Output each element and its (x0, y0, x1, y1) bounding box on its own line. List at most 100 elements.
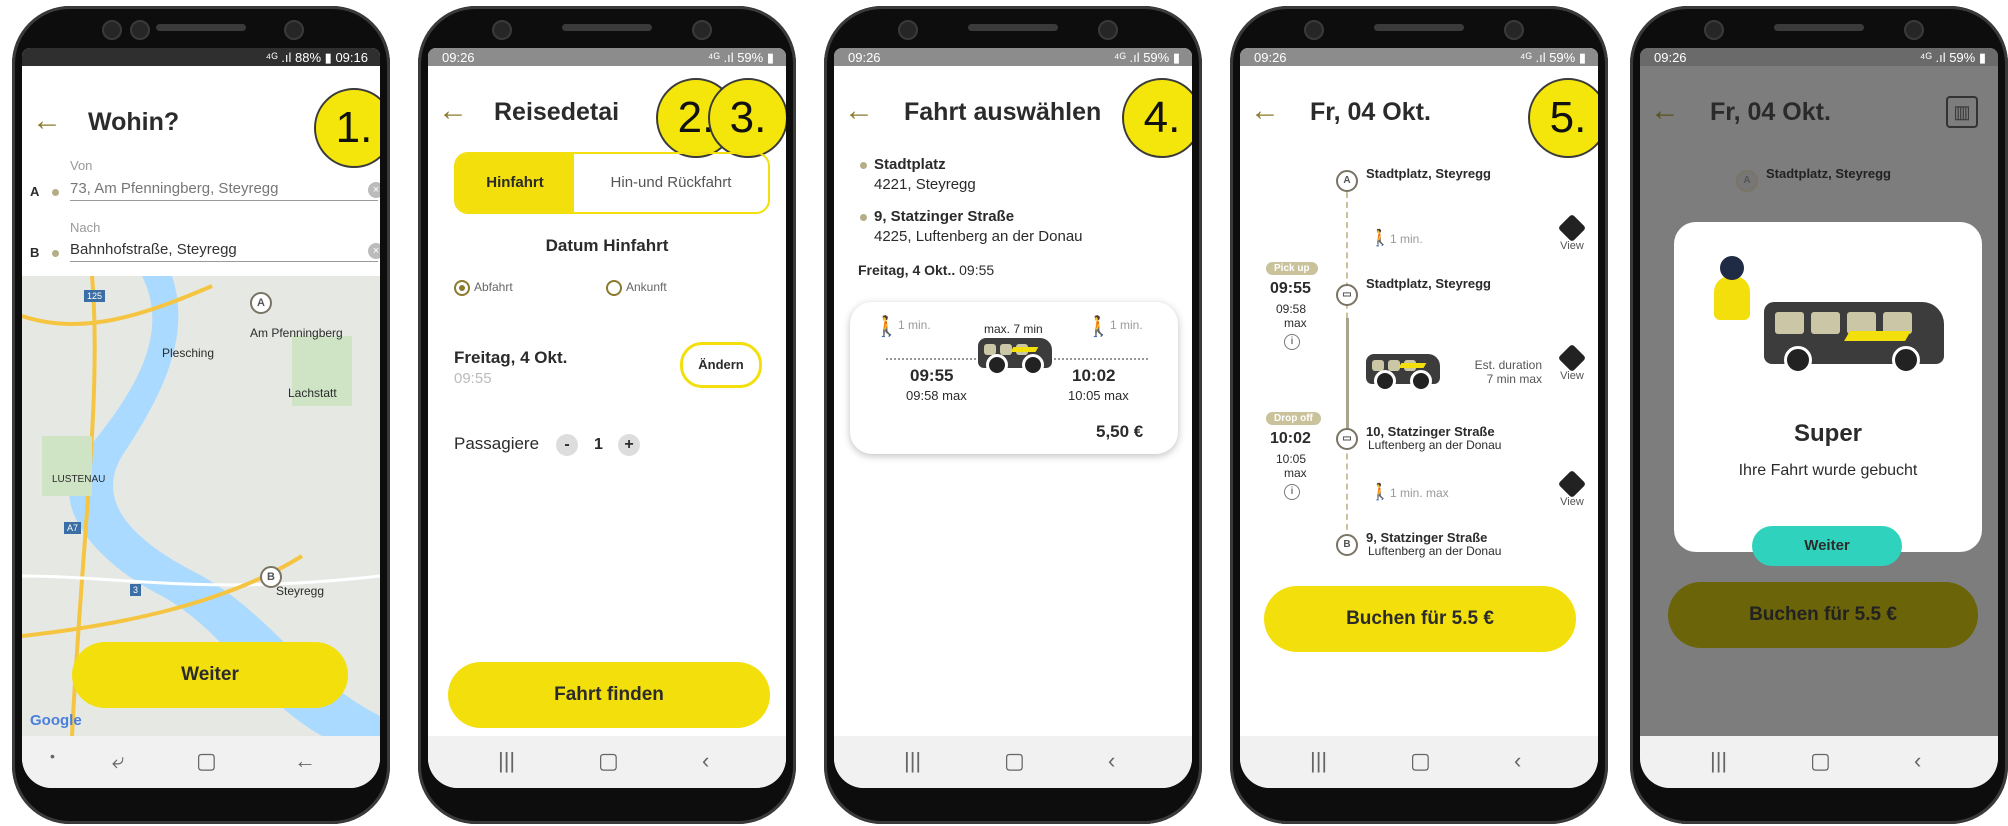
page-title: Fr, 04 Okt. (1310, 98, 1431, 126)
to-field[interactable]: Bahnhofstraße, Steyregg (70, 241, 378, 262)
home-icon[interactable]: ▢ (1410, 748, 1431, 774)
recents-icon[interactable]: ||| (1710, 748, 1727, 774)
view-button[interactable]: View (1552, 343, 1592, 382)
directions-icon (1557, 213, 1587, 243)
passenger-count: 1 (594, 436, 603, 453)
back-arrow-icon[interactable]: ← (1650, 94, 1680, 128)
speaker (968, 24, 1058, 31)
system-navbar: ||| ▢ ‹ (1240, 736, 1598, 788)
camera-icon (1098, 20, 1118, 40)
origin-dot (860, 162, 867, 169)
battery-level: 59% (1549, 50, 1576, 65)
status-bar: 09:26 ⁴ᴳ .ıl 59% ▮ (1640, 48, 1998, 66)
back-arrow-icon[interactable]: ← (32, 104, 62, 138)
radio-departure[interactable] (454, 280, 470, 296)
road-sign: 3 (130, 584, 142, 596)
bus-stop-icon: ▭ (1336, 284, 1358, 306)
info-icon[interactable]: i (1284, 334, 1300, 350)
map-icon[interactable]: ▥ (1946, 96, 1978, 128)
back-icon[interactable]: ‹ (1914, 748, 1921, 774)
ride-option-card[interactable]: 🚶 1 min. max. 7 min 🚶 1 min. 09:55 09:58… (850, 302, 1178, 454)
from-field[interactable]: 73, Am Pfenningberg, Steyregg (70, 180, 378, 201)
decrement-button[interactable]: - (556, 434, 578, 456)
dot-icon[interactable]: • (50, 748, 55, 764)
increment-button[interactable]: + (618, 434, 640, 456)
from-label: Von (70, 158, 93, 173)
status-time: 09:26 (848, 50, 881, 65)
map-pin-a[interactable]: A (250, 292, 272, 314)
road-sign: A7 (64, 522, 82, 534)
back-icon[interactable]: ← (294, 748, 316, 774)
camera-icon (130, 20, 150, 40)
departure-date: Freitag, 4 Okt.. 09:55 (858, 262, 995, 278)
screen-5: 09:26 ⁴ᴳ .ıl 59% ▮ ← Fr, 04 Okt. ▥ A Sta… (1640, 48, 1998, 788)
home-icon[interactable]: ▢ (1004, 748, 1025, 774)
status-time: 09:26 (442, 50, 475, 65)
trip-date: Freitag, 4 Okt. (454, 348, 568, 367)
view-button[interactable]: View (1552, 213, 1592, 252)
dropoff-max-time: 10:05 (1276, 452, 1307, 466)
stop-a-name: Stadtplatz, Steyregg (1366, 166, 1491, 181)
back-arrow-icon[interactable]: ← (438, 94, 468, 128)
radio-arrival[interactable] (606, 280, 622, 296)
walk-end: 1 min. (1110, 318, 1143, 332)
camera-icon (1704, 20, 1724, 40)
stop-a-icon: A (1736, 170, 1758, 192)
clear-icon[interactable]: × (368, 182, 380, 198)
camera-icon (284, 20, 304, 40)
speaker (562, 24, 652, 31)
price: 5,50 € (1096, 422, 1144, 441)
phone-2: 09:26 ⁴ᴳ .ıl 59% ▮ ← Reisedetai 2. 3. Hi… (418, 6, 796, 824)
back-arrow-icon[interactable]: ← (1250, 94, 1280, 128)
system-navbar: ||| ▢ ‹ (428, 736, 786, 788)
phone-5: 09:26 ⁴ᴳ .ıl 59% ▮ ← Fr, 04 Okt. ▥ A Sta… (1630, 6, 2008, 824)
map-pin-b[interactable]: B (260, 566, 282, 588)
stop-a-name: Stadtplatz, Steyregg (1766, 166, 1891, 181)
recents-icon[interactable]: ||| (1310, 748, 1327, 774)
stop-a-icon: A (1336, 170, 1358, 192)
screen-2: 09:26 ⁴ᴳ .ıl 59% ▮ ← Reisedetai 2. 3. Hi… (428, 48, 786, 788)
screen-3: 09:26 ⁴ᴳ .ıl 59% ▮ ← Fahrt auswählen 4. … (834, 48, 1192, 788)
trip-time: 09:55 (454, 370, 492, 387)
book-button[interactable]: Buchen für 5.5 € (1668, 582, 1978, 648)
map-label: Am Pfenningberg (250, 326, 343, 340)
home-icon[interactable]: ▢ (1810, 748, 1831, 774)
screen-4: 09:26 ⁴ᴳ .ıl 59% ▮ ← Fr, 04 Okt. 5. A St… (1240, 48, 1598, 788)
ride-segment (1346, 318, 1349, 438)
battery-level: 88% (295, 50, 322, 65)
radio-arrival-label: Ankunft (626, 280, 667, 294)
change-button[interactable]: Ändern (680, 342, 762, 388)
modal-continue-button[interactable]: Weiter (1752, 526, 1902, 566)
recents-icon[interactable]: ||| (498, 748, 515, 774)
view-button[interactable]: View (1552, 469, 1592, 508)
map-label: Steyregg (276, 584, 325, 598)
est-duration: Est. duration (1474, 358, 1542, 372)
find-ride-button[interactable]: Fahrt finden (448, 662, 770, 728)
back-icon[interactable]: ‹ (702, 748, 709, 774)
back-arrow-icon[interactable]: ← (844, 94, 874, 128)
map-label: Plesching (162, 346, 215, 360)
page-title: Reisedetai (494, 98, 620, 126)
home-icon[interactable]: ▢ (598, 748, 619, 774)
map-logo: Google (30, 712, 82, 729)
radio-departure-label: Abfahrt (474, 280, 513, 294)
back-icon[interactable]: ‹ (1514, 748, 1521, 774)
walk-icon: 🚶 (1086, 316, 1111, 338)
tab-round-trip[interactable]: Hin-und Rückfahrt (574, 154, 768, 212)
back-icon[interactable]: ‹ (1108, 748, 1115, 774)
continue-button[interactable]: Weiter (72, 642, 348, 708)
info-icon[interactable]: i (1284, 484, 1300, 500)
dropoff-badge: Drop off (1266, 412, 1321, 425)
clear-icon[interactable]: × (368, 243, 380, 259)
speaker (156, 24, 246, 31)
destination-name: 9, Statzinger Straße (874, 208, 1015, 225)
book-button[interactable]: Buchen für 5.5 € (1264, 586, 1576, 652)
step-badge: 4. (1122, 78, 1192, 158)
tab-one-way[interactable]: Hinfahrt (456, 154, 574, 212)
camera-icon (1304, 20, 1324, 40)
recents-icon[interactable]: ||| (904, 748, 921, 774)
recent-icon[interactable]: ⤶ (112, 748, 124, 774)
home-icon[interactable]: ▢ (196, 748, 217, 774)
camera-icon (898, 20, 918, 40)
page-title: Wohin? (88, 108, 180, 136)
